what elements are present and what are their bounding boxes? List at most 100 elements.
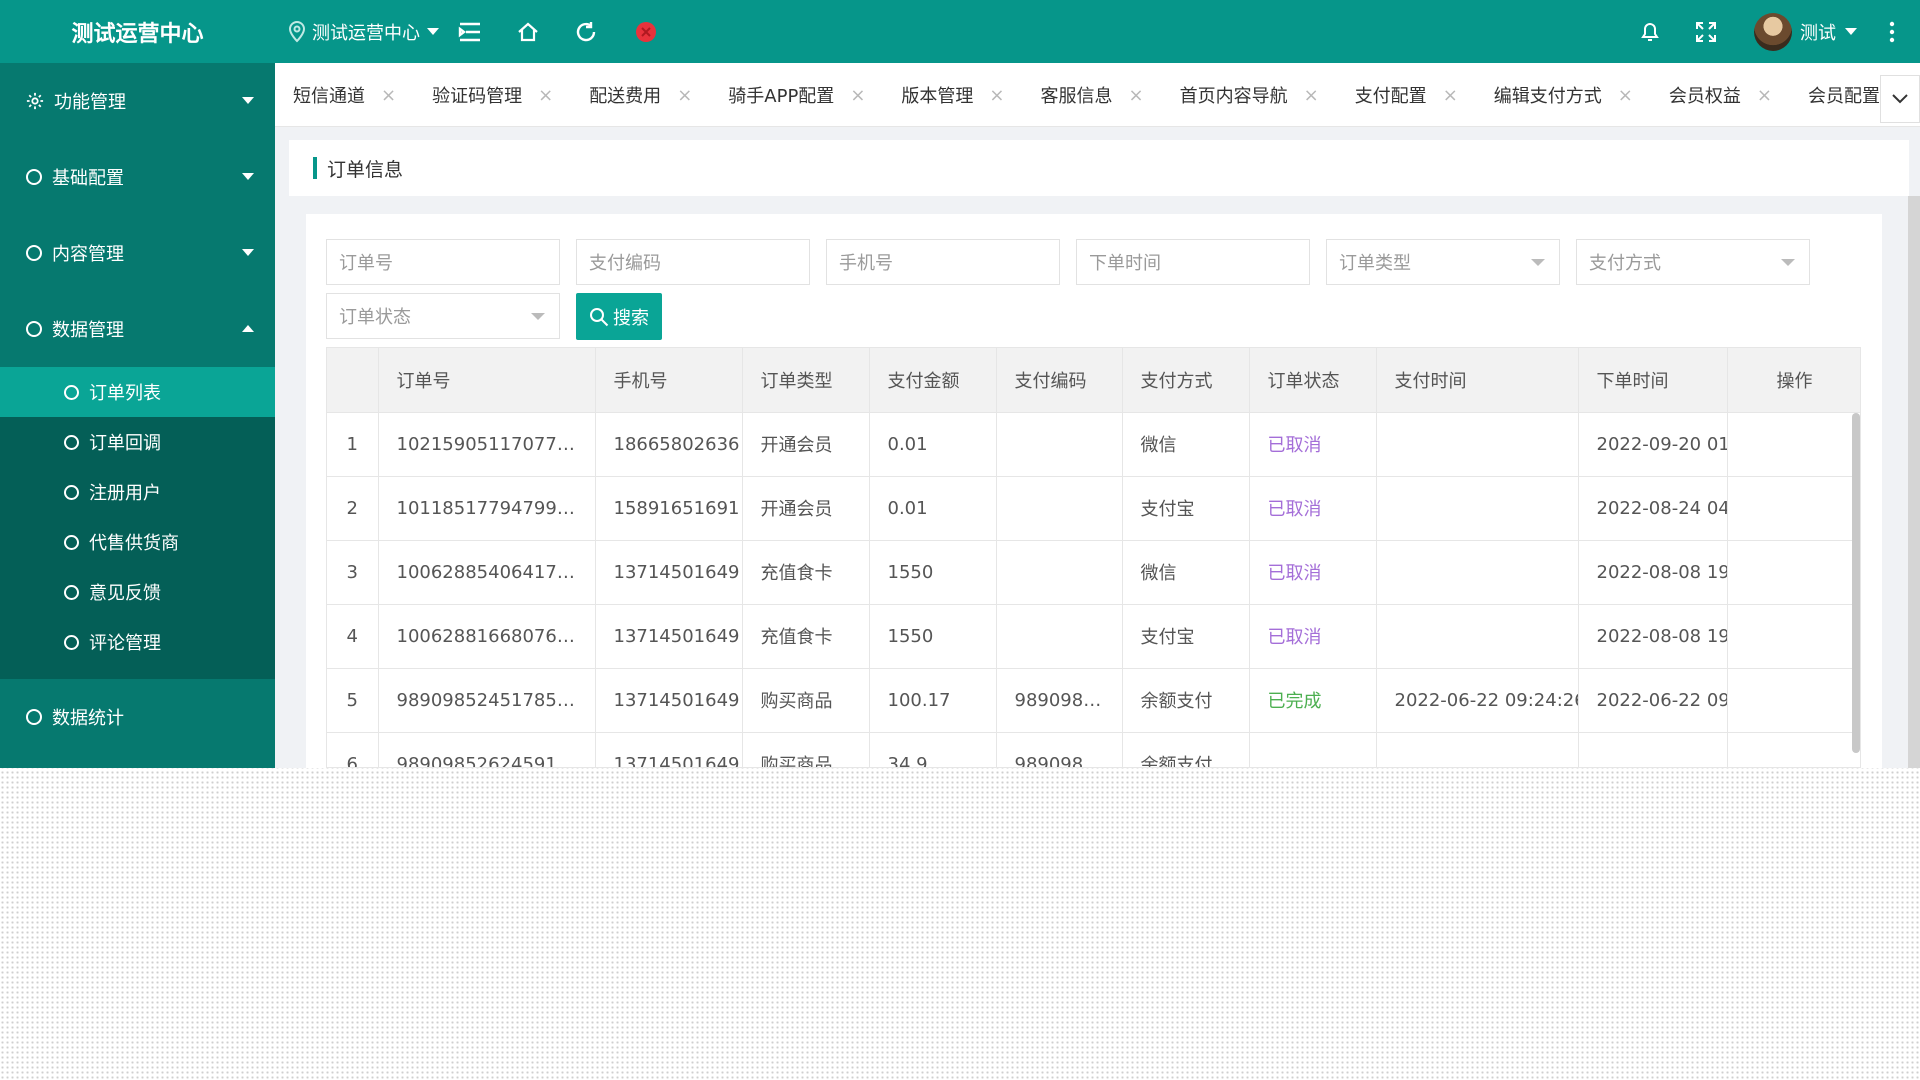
column-header[interactable]: 支付金额	[869, 348, 997, 413]
tab-label: 编辑支付方式	[1493, 86, 1602, 107]
close-circle-icon[interactable]	[632, 18, 660, 46]
table-cell-pay-time	[1376, 476, 1579, 541]
table-row[interactable]: 2 1011851779479961… 15891651691 开通会员 0.01 支付宝…	[327, 476, 1860, 541]
order-type-select[interactable]: 订单类型	[1326, 239, 1560, 285]
table-row[interactable]: 3 1006288540641787… 13714501649 充值食卡 1550 微信已…	[327, 540, 1860, 605]
column-header[interactable]: 订单状态	[1249, 348, 1377, 413]
phone-input[interactable]: 手机号	[826, 239, 1060, 285]
tab-close-icon[interactable]: ×	[1757, 85, 1772, 106]
pay-method-select[interactable]: 支付方式	[1576, 239, 1810, 285]
column-header[interactable]: 订单类型	[742, 348, 870, 413]
table-cell-type: 开通会员	[742, 476, 870, 541]
table-cell-actions	[1727, 540, 1860, 605]
table-row[interactable]: 1 1021590511707750… 18665802636 开通会员 0.01 微信已…	[327, 412, 1860, 477]
home-icon[interactable]	[514, 18, 542, 46]
caret-down-icon	[427, 27, 439, 35]
sidebar-item-data[interactable]: 数据管理	[0, 291, 275, 367]
table-cell-actions	[1727, 476, 1860, 541]
user-menu[interactable]: 测试	[1754, 12, 1858, 52]
column-header[interactable]: 手机号	[595, 348, 743, 413]
bell-icon[interactable]	[1636, 18, 1664, 46]
sidebar-item-order-list[interactable]: 订单列表	[0, 367, 275, 417]
table-cell-amount: 34.9	[869, 732, 997, 767]
table-cell-pay-time: 2022-06-22 09:24:26	[1376, 668, 1579, 733]
location-selector[interactable]: 测试运营中心	[288, 0, 440, 63]
table-row[interactable]: 4 1006288166807666… 13714501649 充值食卡 1550 支付宝…	[327, 604, 1860, 669]
page-title-bar: 订单信息	[289, 140, 1909, 196]
tab-item[interactable]: 支付配置 ×	[1337, 63, 1476, 126]
order-no-input[interactable]: 订单号	[326, 239, 560, 285]
column-header[interactable]: 订单号	[378, 348, 596, 413]
table-row[interactable]: 5 989098524517859328 13714501649 购买商品 100.17…	[327, 668, 1860, 733]
sidebar-item-basic-config[interactable]: 基础配置	[0, 139, 275, 215]
user-name: 测试	[1800, 23, 1836, 44]
table-cell-status: 已取消	[1249, 540, 1377, 605]
tab-label: 客服信息	[1040, 86, 1113, 107]
column-header[interactable]: 下单时间	[1578, 348, 1728, 413]
table-row[interactable]: 6 989098526245912576 13714501649 购买商品 34.9 98…	[327, 732, 1860, 767]
tab-close-icon[interactable]: ×	[538, 85, 553, 106]
table-cell-pay-code	[996, 412, 1123, 477]
tab-item[interactable]: 版本管理 ×	[883, 63, 1022, 126]
tab-label: 支付配置	[1354, 86, 1427, 107]
sidebar-item-label: 内容管理	[52, 244, 124, 265]
sidebar-item-statistics[interactable]: 数据统计	[0, 679, 275, 755]
table-cell-pay-time	[1376, 604, 1579, 669]
sidebar-item-label: 意见反馈	[89, 583, 161, 604]
tab-item[interactable]: 验证码管理 ×	[414, 63, 571, 126]
table-cell-actions	[1727, 732, 1860, 767]
column-header[interactable]: 支付编码	[996, 348, 1123, 413]
tab-close-icon[interactable]: ×	[1129, 85, 1144, 106]
sidebar-item-comments[interactable]: 评论管理	[0, 617, 275, 667]
table-cell-idx: 6	[327, 732, 379, 767]
sidebar-submenu: 订单列表 订单回调 注册用户 代售供货商 意见反馈 评论管理	[0, 367, 275, 679]
sidebar-item-label: 订单回调	[89, 433, 161, 454]
tab-item[interactable]: 短信通道 ×	[275, 63, 414, 126]
menu-toggle-icon[interactable]	[456, 18, 484, 46]
pay-code-input[interactable]: 支付编码	[576, 239, 810, 285]
table-cell-order-no: 1006288166807666…	[378, 604, 596, 669]
tab-close-icon[interactable]: ×	[381, 85, 396, 106]
tab-item[interactable]: 会员权益 ×	[1651, 63, 1790, 126]
table-header-row: 订单号 手机号 订单类型 支付金额 支付编码 支付方式 订单状态 支付时间 下单…	[327, 348, 1860, 413]
caret-down-icon	[531, 313, 545, 320]
tab-item[interactable]: 骑手APP配置 ×	[710, 63, 883, 126]
tab-close-icon[interactable]: ×	[677, 85, 692, 106]
circle-icon	[64, 534, 79, 550]
order-time-input[interactable]: 下单时间	[1076, 239, 1310, 285]
refresh-icon[interactable]	[572, 18, 600, 46]
sidebar-item-content[interactable]: 内容管理	[0, 215, 275, 291]
tab-close-icon[interactable]: ×	[1618, 85, 1633, 106]
table-cell-type: 充值食卡	[742, 604, 870, 669]
sidebar-item-order-callback[interactable]: 订单回调	[0, 417, 275, 467]
table-cell-order-time: 2022-09-20 01:1	[1578, 412, 1728, 477]
tab-item[interactable]: 配送费用 ×	[571, 63, 710, 126]
sidebar-item-suppliers[interactable]: 代售供货商	[0, 517, 275, 567]
column-header[interactable]: 支付方式	[1122, 348, 1250, 413]
fullscreen-icon[interactable]	[1692, 18, 1720, 46]
tabs-more-button[interactable]	[1880, 75, 1920, 123]
tab-item[interactable]: 客服信息 ×	[1023, 63, 1162, 126]
page-scrollbar[interactable]	[1908, 196, 1920, 768]
tab-close-icon[interactable]: ×	[989, 85, 1004, 106]
tab-close-icon[interactable]: ×	[850, 85, 865, 106]
order-status-select[interactable]: 订单状态	[326, 293, 560, 339]
tab-item[interactable]: 编辑支付方式 ×	[1476, 63, 1651, 126]
column-header: 操作	[1727, 348, 1860, 413]
more-vertical-icon[interactable]	[1878, 18, 1906, 46]
column-header[interactable]: 支付时间	[1376, 348, 1579, 413]
table-cell-phone: 13714501649	[595, 604, 743, 669]
tab-close-icon[interactable]: ×	[1443, 85, 1458, 106]
table-scrollbar[interactable]	[1852, 413, 1860, 753]
table-cell-idx: 1	[327, 412, 379, 477]
tab-close-icon[interactable]: ×	[1304, 85, 1319, 106]
table-cell-type: 开通会员	[742, 412, 870, 477]
table-cell-amount: 1550	[869, 604, 997, 669]
tab-item[interactable]: 首页内容导航 ×	[1162, 63, 1337, 126]
search-button[interactable]: 搜索	[576, 293, 662, 340]
sidebar-item-feedback[interactable]: 意见反馈	[0, 567, 275, 617]
order-type-placeholder: 订单类型	[1339, 253, 1411, 274]
sidebar-item-registered-users[interactable]: 注册用户	[0, 467, 275, 517]
table-cell-phone: 15891651691	[595, 476, 743, 541]
sidebar-item-function[interactable]: 功能管理	[0, 63, 275, 139]
